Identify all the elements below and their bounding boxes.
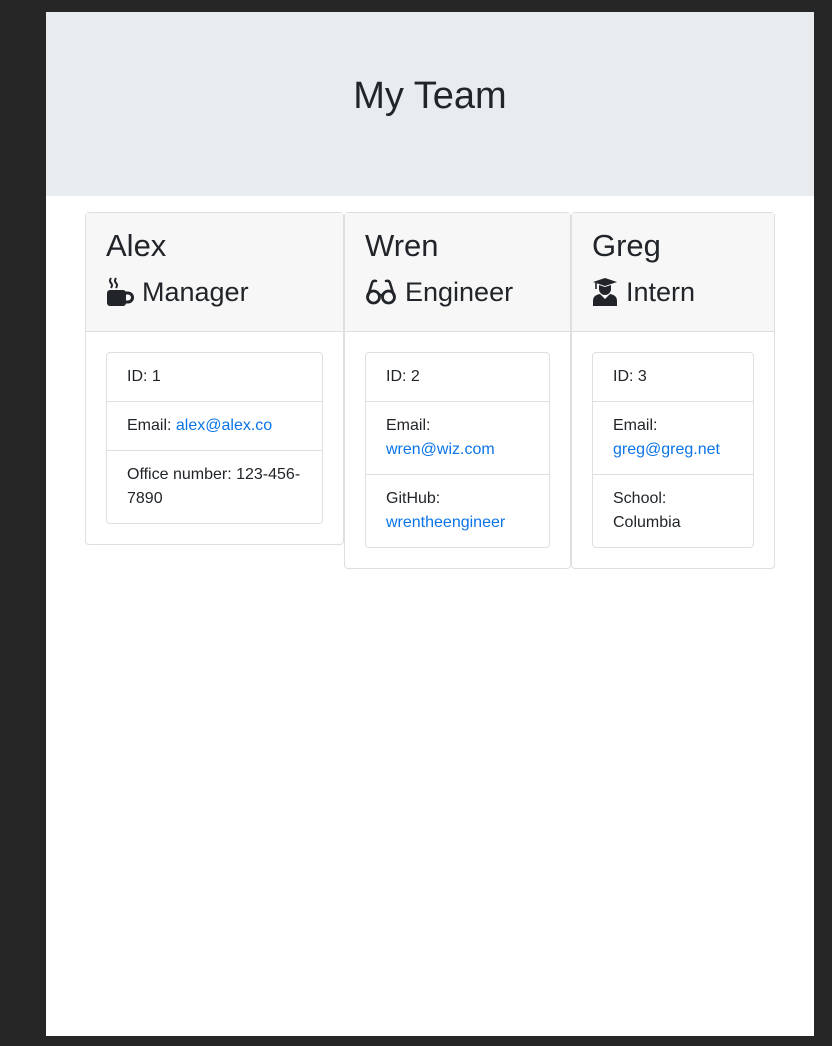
employee-name: Greg <box>592 228 661 263</box>
school-label: School: <box>613 490 667 507</box>
employee-office-number: Office number: 123-456-7890 <box>107 450 322 523</box>
employee-card-manager: Alex Manager ID: 1 Email: alex@alex.co O… <box>85 212 344 545</box>
employee-id: ID: 3 <box>613 368 647 385</box>
glasses-icon <box>366 279 396 305</box>
employee-email: Email: wren@wiz.com <box>366 401 549 474</box>
email-label: Email: <box>127 417 172 434</box>
employee-card-engineer: Wren Engineer ID: 2 Email: wren@wiz.com … <box>344 212 571 569</box>
employee-role: Manager <box>106 275 323 309</box>
card-header: Alex Manager <box>86 213 343 332</box>
github-label: GitHub: <box>386 490 441 507</box>
card-header: Wren Engineer <box>345 213 570 332</box>
email-link[interactable]: alex@alex.co <box>176 417 272 434</box>
employee-email: Email: greg@greg.net <box>593 401 753 474</box>
employee-github: GitHub: wrentheengineer <box>366 474 549 547</box>
card-body: ID: 2 Email: wren@wiz.com GitHub: wrenth… <box>345 332 570 568</box>
github-link[interactable]: wrentheengineer <box>386 514 505 531</box>
coffee-icon <box>107 277 134 306</box>
role-label: Manager <box>142 277 249 307</box>
employee-id: ID: 1 <box>127 368 161 385</box>
page-title: My Team <box>353 74 507 117</box>
card-body: ID: 3 Email: greg@greg.net School: Colum… <box>572 332 774 568</box>
office-number-label: Office number: <box>127 466 232 483</box>
email-link[interactable]: greg@greg.net <box>613 441 720 458</box>
page: My Team Alex Manager ID: 1 Email: alex@a… <box>46 12 814 1036</box>
employee-id: ID: 2 <box>386 368 420 385</box>
school-value: Columbia <box>613 514 681 531</box>
role-label: Intern <box>626 277 696 307</box>
graduate-icon <box>593 278 617 306</box>
employee-role: Intern <box>592 275 754 309</box>
email-link[interactable]: wren@wiz.com <box>386 441 495 458</box>
card-header: Greg Intern <box>572 213 774 332</box>
header-banner: My Team <box>46 12 814 196</box>
card-body: ID: 1 Email: alex@alex.co Office number:… <box>86 332 343 544</box>
team-cards: Alex Manager ID: 1 Email: alex@alex.co O… <box>85 212 775 569</box>
employee-details: ID: 1 Email: alex@alex.co Office number:… <box>106 352 323 524</box>
role-label: Engineer <box>405 277 514 307</box>
email-label: Email: <box>613 417 658 434</box>
employee-email: Email: alex@alex.co <box>107 401 322 450</box>
employee-name: Wren <box>365 228 439 263</box>
employee-role: Engineer <box>365 275 550 309</box>
email-label: Email: <box>386 417 431 434</box>
employee-name: Alex <box>106 228 167 263</box>
employee-card-intern: Greg Intern ID: 3 Email: greg@greg.net S… <box>571 212 775 569</box>
employee-school: School: Columbia <box>593 474 753 547</box>
employee-details: ID: 2 Email: wren@wiz.com GitHub: wrenth… <box>365 352 550 548</box>
employee-details: ID: 3 Email: greg@greg.net School: Colum… <box>592 352 754 548</box>
